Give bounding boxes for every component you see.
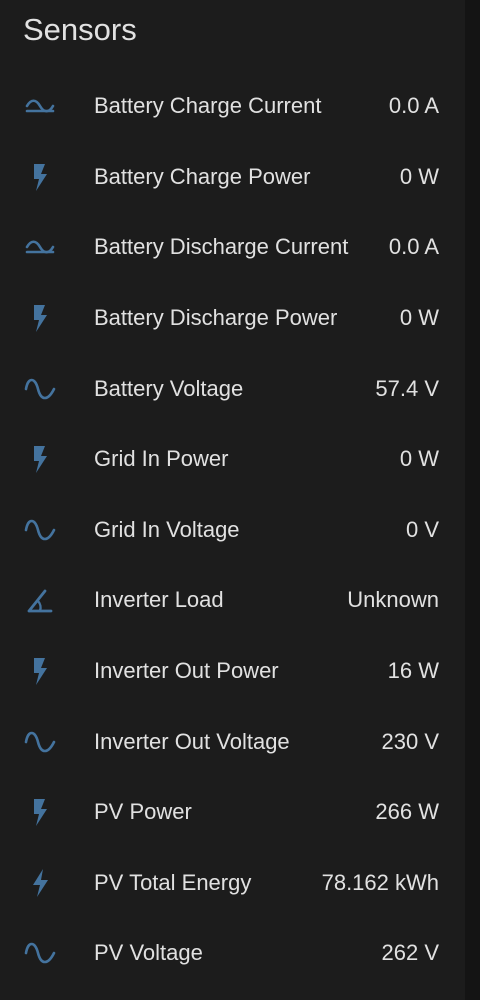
sensor-value: 230 V <box>381 728 440 754</box>
sensor-name: PV Total Energy <box>94 869 252 895</box>
sensor-row[interactable]: Battery Charge Power 0 W <box>0 142 465 213</box>
sensor-name: Inverter Out Power <box>94 658 279 684</box>
sensor-row[interactable]: PV Power 266 W <box>0 777 465 848</box>
sensor-value: 57.4 V <box>375 375 439 401</box>
sensor-value: 0 W <box>399 305 439 331</box>
sensor-name: Battery Charge Power <box>94 163 311 189</box>
sensor-value: 266 W <box>375 799 439 825</box>
card-title: Sensors <box>23 12 137 47</box>
sensor-name: Inverter Out Voltage <box>94 728 290 754</box>
flash-icon <box>23 442 57 476</box>
sensor-value: 0.0 A <box>388 234 439 260</box>
flash-icon <box>23 654 57 688</box>
sensors-card: Sensors Battery Charge Current 0.0 A Batte… <box>0 0 465 1000</box>
sensor-list: Battery Charge Current 0.0 A Battery Charg… <box>0 71 465 989</box>
sensor-row[interactable]: PV Total Energy 78.162 kWh <box>0 848 465 919</box>
sensor-name: Battery Voltage <box>94 375 244 401</box>
sine-wave-icon <box>23 936 57 970</box>
sensor-row[interactable]: Battery Discharge Power 0 W <box>0 283 465 354</box>
sensor-name: Battery Charge Current <box>94 93 322 119</box>
sensor-value: 0 W <box>399 446 439 472</box>
sensor-name: PV Voltage <box>94 940 203 966</box>
sensor-row[interactable]: Battery Charge Current 0.0 A <box>0 71 465 142</box>
flash-icon <box>23 301 57 335</box>
sine-wave-icon <box>23 513 57 547</box>
angle-acute-icon <box>23 583 57 617</box>
sensor-row[interactable]: Inverter Load Unknown <box>0 565 465 636</box>
lightning-bolt-icon <box>23 866 57 900</box>
scrollbar-track[interactable] <box>465 0 480 1000</box>
sensor-row[interactable]: Inverter Out Power 16 W <box>0 636 465 707</box>
flash-icon <box>23 795 57 829</box>
sensor-value: Unknown <box>347 587 439 613</box>
sensor-row[interactable]: Battery Voltage 57.4 V <box>0 353 465 424</box>
sensor-name: PV Power <box>94 799 192 825</box>
sensor-name: Battery Discharge Current <box>94 234 349 260</box>
sensor-row[interactable]: PV Voltage 262 V <box>0 918 465 989</box>
sensor-name: Grid In Voltage <box>94 516 240 542</box>
sensor-row[interactable]: Grid In Power 0 W <box>0 424 465 495</box>
sensor-row[interactable]: Inverter Out Voltage 230 V <box>0 706 465 777</box>
sensor-value: 0 V <box>405 516 439 542</box>
sensor-value: 78.162 kWh <box>321 869 439 895</box>
sensor-row[interactable]: Grid In Voltage 0 V <box>0 495 465 566</box>
sensor-name: Inverter Load <box>94 587 224 613</box>
sensor-value: 16 W <box>387 658 439 684</box>
sensor-value: 0.0 A <box>388 93 439 119</box>
sine-wave-icon <box>23 372 57 406</box>
sensor-name: Grid In Power <box>94 446 229 472</box>
current-ac-icon <box>23 230 57 264</box>
current-ac-icon <box>23 89 57 123</box>
flash-icon <box>23 160 57 194</box>
sensor-value: 262 V <box>381 940 440 966</box>
sensor-value: 0 W <box>399 163 439 189</box>
sine-wave-icon <box>23 725 57 759</box>
sensor-row[interactable]: Battery Discharge Current 0.0 A <box>0 212 465 283</box>
sensor-name: Battery Discharge Power <box>94 305 338 331</box>
